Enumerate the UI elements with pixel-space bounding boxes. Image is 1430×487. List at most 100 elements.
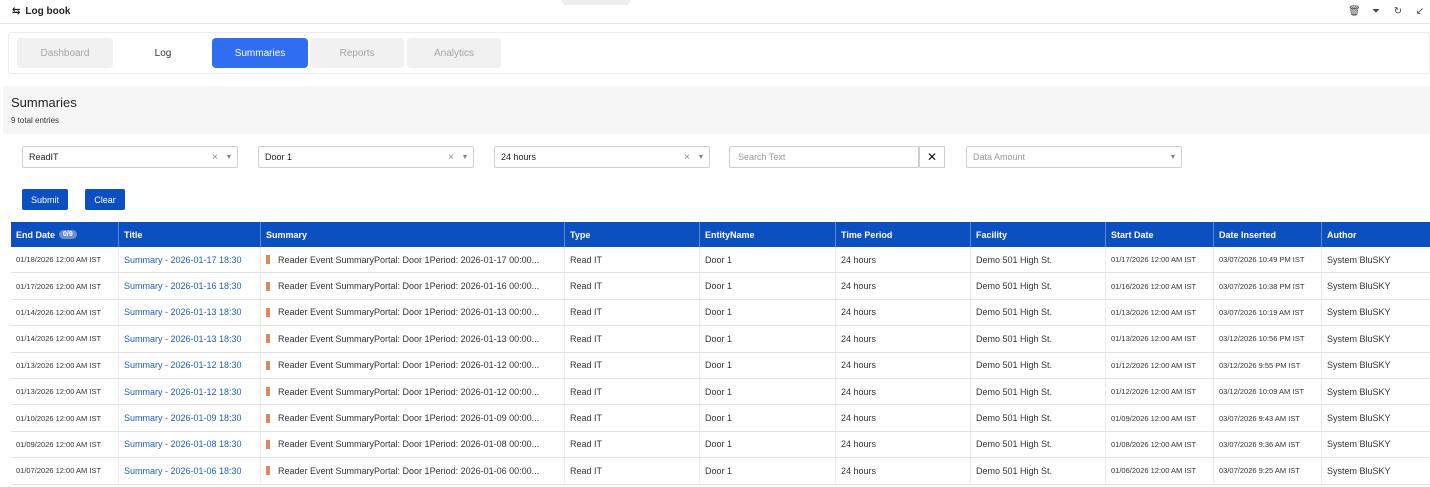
clear-icon[interactable]: × xyxy=(209,152,221,163)
cell-end-date: 01/13/2026 12:00 AM IST xyxy=(11,352,119,378)
cell-date-inserted: 03/07/2026 9:25 AM IST xyxy=(1214,458,1322,484)
summary-marker-icon xyxy=(266,413,270,423)
chevron-down-icon[interactable]: ▼ xyxy=(1165,154,1181,161)
cell-time-period: 24 hours xyxy=(836,352,971,378)
filter-icon[interactable]: ⏷ xyxy=(1370,6,1382,17)
clear-icon[interactable]: × xyxy=(681,152,693,163)
cell-end-date: 01/14/2026 12:00 AM IST xyxy=(11,326,119,352)
cell-title[interactable]: Summary - 2026-01-06 18:30 xyxy=(119,458,261,484)
cell-title[interactable]: Summary - 2026-01-16 18:30 xyxy=(119,273,261,299)
table-row[interactable]: 01/14/2026 12:00 AM IST Summary - 2026-01… xyxy=(11,326,1430,353)
chevron-down-icon[interactable]: ▼ xyxy=(693,154,709,161)
cell-time-period: 24 hours xyxy=(836,431,971,458)
clear-button[interactable]: Clear xyxy=(85,189,125,210)
page-title: Summaries xyxy=(11,95,77,110)
entity-select[interactable]: Door 1 × ▼ xyxy=(258,146,474,168)
table-row[interactable]: 01/13/2026 12:00 AM IST Summary - 2026-01… xyxy=(11,352,1430,379)
cell-facility: Demo 501 High St. xyxy=(971,405,1106,431)
tab-log[interactable]: Log xyxy=(115,38,211,68)
type-select[interactable]: ReadIT × ▼ xyxy=(22,146,238,168)
chevron-down-icon[interactable]: ▼ xyxy=(221,154,237,161)
col-facility[interactable]: Facility xyxy=(971,222,1106,247)
cell-title[interactable]: Summary - 2026-01-13 18:30 xyxy=(119,299,261,326)
chevron-down-icon[interactable]: ▼ xyxy=(457,154,473,161)
cell-end-date: 01/07/2026 12:00 AM IST xyxy=(11,458,119,484)
table-row[interactable]: 01/10/2026 12:00 AM IST Summary - 2026-01… xyxy=(11,405,1430,432)
table-row[interactable]: 01/14/2026 12:00 AM IST Summary - 2026-01… xyxy=(11,299,1430,327)
cell-entity-name: Door 1 xyxy=(700,247,836,273)
cell-entity-name: Door 1 xyxy=(700,458,836,484)
table-row[interactable]: 01/18/2026 12:00 AM IST Summary - 2026-01… xyxy=(11,247,1430,274)
col-author[interactable]: Author xyxy=(1322,222,1430,247)
col-entity-name[interactable]: EntityName xyxy=(700,222,836,247)
summaries-table: End Date 0/9 Title Summary Type EntityNa… xyxy=(11,222,1430,485)
cell-title[interactable]: Summary - 2026-01-12 18:30 xyxy=(119,352,261,378)
tab-dashboard[interactable]: Dashboard xyxy=(17,38,113,68)
data-amount-select[interactable]: Data Amount ▼ xyxy=(966,146,1182,168)
col-start-date[interactable]: Start Date xyxy=(1106,222,1214,247)
cell-date-inserted: 03/12/2026 10:09 AM IST xyxy=(1214,378,1322,405)
cell-type: Read IT xyxy=(565,405,700,431)
table-row[interactable]: 01/07/2026 12:00 AM IST Summary - 2026-01… xyxy=(11,458,1430,485)
cell-type: Read IT xyxy=(565,299,700,326)
col-title[interactable]: Title xyxy=(119,222,261,247)
cell-summary: Reader Event SummaryPortal: Door 1Period… xyxy=(261,405,565,431)
cell-facility: Demo 501 High St. xyxy=(971,299,1106,326)
cell-start-date: 01/17/2026 12:00 AM IST xyxy=(1106,247,1214,273)
cell-title[interactable]: Summary - 2026-01-08 18:30 xyxy=(119,431,261,458)
drag-handle[interactable] xyxy=(562,0,630,5)
cell-author: System BluSKY xyxy=(1327,254,1391,265)
tab-reports[interactable]: Reports xyxy=(310,38,404,68)
trash-icon[interactable]: 🗑 xyxy=(1348,6,1361,17)
cell-summary: Reader Event SummaryPortal: Door 1Period… xyxy=(261,273,565,299)
cell-entity-name: Door 1 xyxy=(700,352,836,378)
col-type[interactable]: Type xyxy=(565,222,700,247)
cell-author: System BluSKY xyxy=(1327,281,1391,292)
col-date-inserted[interactable]: Date Inserted xyxy=(1214,222,1322,247)
cell-start-date: 01/08/2026 12:00 AM IST xyxy=(1106,431,1214,458)
cell-title[interactable]: Summary - 2026-01-12 18:30 xyxy=(119,378,261,405)
cell-entity-name: Door 1 xyxy=(700,378,836,405)
summary-marker-icon xyxy=(266,439,270,449)
cell-summary: Reader Event SummaryPortal: Door 1Period… xyxy=(261,352,565,378)
cell-date-inserted: 03/07/2026 10:49 PM IST xyxy=(1214,247,1322,273)
cell-end-date: 01/18/2026 12:00 AM IST xyxy=(11,247,119,273)
clear-icon[interactable]: × xyxy=(445,152,457,163)
search-input[interactable]: Search Text xyxy=(729,146,919,168)
cell-type: Read IT xyxy=(565,247,700,273)
cell-summary: Reader Event SummaryPortal: Door 1Period… xyxy=(261,431,565,458)
logbook-icon: ⇆ xyxy=(12,6,21,17)
cell-entity-name: Door 1 xyxy=(700,326,836,352)
refresh-icon[interactable]: ↻ xyxy=(1392,6,1404,17)
submit-button[interactable]: Submit xyxy=(22,189,68,210)
table-row[interactable]: 01/13/2026 12:00 AM IST Summary - 2026-01… xyxy=(11,378,1430,406)
cell-summary: Reader Event SummaryPortal: Door 1Period… xyxy=(261,326,565,352)
tab-analytics[interactable]: Analytics xyxy=(407,38,501,68)
cell-title[interactable]: Summary - 2026-01-13 18:30 xyxy=(119,326,261,352)
cell-entity-name: Door 1 xyxy=(700,405,836,431)
cell-start-date: 01/06/2026 12:00 AM IST xyxy=(1106,458,1214,484)
col-end-date[interactable]: End Date 0/9 xyxy=(11,222,119,247)
cell-title[interactable]: Summary - 2026-01-09 18:30 xyxy=(119,405,261,431)
period-select[interactable]: 24 hours × ▼ xyxy=(494,146,710,168)
collapse-icon[interactable]: ↙ xyxy=(1414,6,1426,17)
entry-count: 9 total entries xyxy=(11,116,60,125)
cell-entity-name: Door 1 xyxy=(700,431,836,458)
cell-start-date: 01/09/2026 12:00 AM IST xyxy=(1106,405,1214,431)
cell-author: System BluSKY xyxy=(1327,439,1391,450)
window-title: ⇆ Log book xyxy=(12,6,70,17)
cell-author: System BluSKY xyxy=(1327,360,1391,371)
col-time-period[interactable]: Time Period xyxy=(836,222,971,247)
cell-title[interactable]: Summary - 2026-01-17 18:30 xyxy=(119,247,261,273)
cell-type: Read IT xyxy=(565,458,700,484)
table-row[interactable]: 01/17/2026 12:00 AM IST Summary - 2026-01… xyxy=(11,273,1430,300)
cell-summary: Reader Event SummaryPortal: Door 1Period… xyxy=(261,458,565,484)
cell-start-date: 01/13/2026 12:00 AM IST xyxy=(1106,326,1214,352)
table-row[interactable]: 01/09/2026 12:00 AM IST Summary - 2026-01… xyxy=(11,431,1430,459)
tab-summaries[interactable]: Summaries xyxy=(212,38,308,68)
window-title-label: Log book xyxy=(25,6,71,17)
col-summary[interactable]: Summary xyxy=(261,222,565,247)
cell-date-inserted: 03/07/2026 9:36 AM IST xyxy=(1214,431,1322,458)
clear-search-button[interactable]: ✕ xyxy=(919,146,945,168)
summary-text: Reader Event SummaryPortal: Door 1Period… xyxy=(278,465,540,476)
